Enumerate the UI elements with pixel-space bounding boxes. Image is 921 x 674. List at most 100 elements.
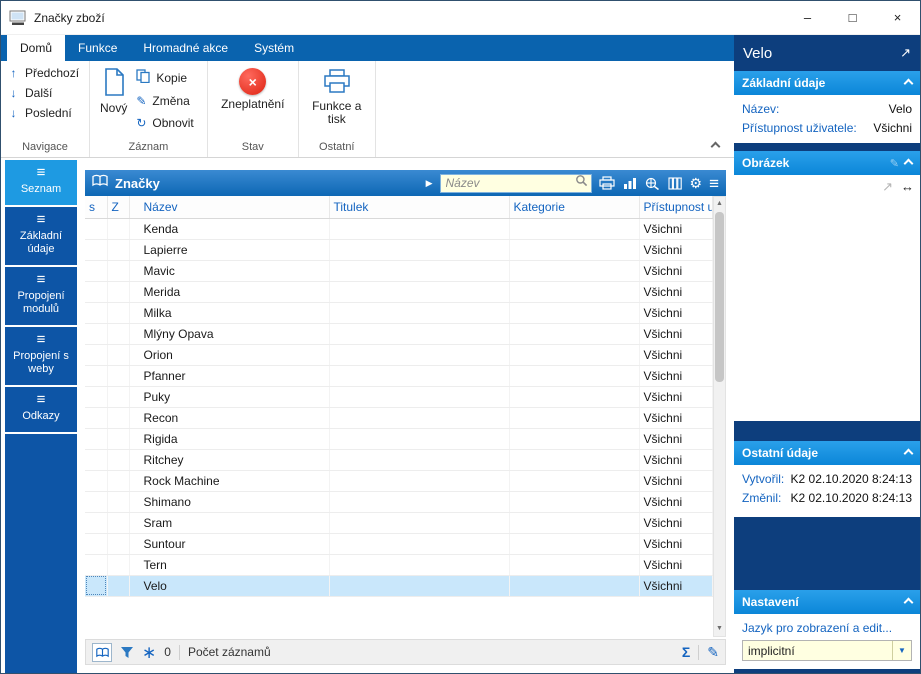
scroll-up-icon[interactable]: ▲: [716, 197, 723, 211]
table-row[interactable]: Milka Všichni: [85, 302, 713, 324]
previous-button[interactable]: ↑ Předchozí: [8, 66, 82, 80]
sidebar-item-odkazy[interactable]: ≡ Odkazy: [5, 387, 77, 434]
table-row[interactable]: Kenda Všichni: [85, 218, 713, 240]
expand-search-icon[interactable]: ▶: [426, 178, 433, 189]
filter-icon[interactable]: [120, 646, 134, 659]
table-row[interactable]: Rigida Všichni: [85, 428, 713, 450]
section-content-nastaveni: Jazyk pro zobrazení a edit... implicitní…: [734, 614, 920, 669]
table-row[interactable]: Rock Machine Všichni: [85, 470, 713, 492]
field-label: Změnil:: [742, 491, 782, 505]
chart-icon[interactable]: [623, 177, 637, 190]
table-row[interactable]: Pfanner Všichni: [85, 365, 713, 387]
detail-title-bar: Velo ↗: [734, 35, 920, 71]
panel-menu-icon[interactable]: ≡: [709, 175, 719, 192]
invalidate-button[interactable]: × Zneplatnění: [215, 66, 291, 137]
list-icon: ≡: [36, 331, 46, 348]
close-button[interactable]: ×: [875, 1, 920, 34]
section-header-ostatni-udaje[interactable]: Ostatní údaje: [734, 441, 920, 465]
cell-z: [107, 386, 130, 408]
dropdown-icon[interactable]: ▼: [892, 641, 911, 660]
column-header-nazev[interactable]: Název: [129, 196, 330, 219]
column-header-kategorie[interactable]: Kategorie: [509, 196, 640, 219]
tab-domu[interactable]: Domů: [7, 35, 66, 61]
functions-print-button[interactable]: Funkce a tisk: [306, 66, 368, 137]
minimize-button[interactable]: –: [785, 1, 830, 34]
table-row[interactable]: Velo Všichni: [85, 575, 713, 597]
field-pristupnost: Přístupnost uživatele: Všichni: [742, 119, 912, 138]
section-header-nastaveni[interactable]: Nastavení: [734, 590, 920, 614]
cell-z: [107, 281, 130, 303]
table-row[interactable]: Tern Všichni: [85, 554, 713, 576]
scroll-down-icon[interactable]: ▼: [716, 622, 723, 636]
tab-system[interactable]: Systém: [241, 35, 307, 61]
edit-image-icon: ✎: [889, 157, 899, 170]
column-header-s[interactable]: s: [85, 196, 108, 219]
columns-icon[interactable]: [667, 176, 682, 190]
edit-pencil-icon[interactable]: ✎: [707, 644, 719, 661]
ribbon-collapse-button[interactable]: [710, 139, 722, 152]
refresh-icon: ↻: [136, 116, 147, 130]
tab-funkce[interactable]: Funkce: [65, 35, 130, 61]
filter-count-icon: ∗: [142, 642, 157, 662]
copy-button[interactable]: Kopie: [136, 69, 193, 86]
tab-hromadne-akce[interactable]: Hromadné akce: [130, 35, 241, 61]
open-image-icon[interactable]: ↗: [882, 179, 893, 195]
language-select[interactable]: implicitní ▼: [742, 640, 912, 661]
cell-z: [107, 407, 130, 429]
section-header-zakladni-udaje[interactable]: Základní údaje: [734, 71, 920, 95]
table-row[interactable]: Mlýny Opava Všichni: [85, 323, 713, 345]
sum-icon[interactable]: Σ: [682, 644, 690, 660]
open-detail-icon[interactable]: ↗: [900, 45, 911, 61]
column-header-pristupnost[interactable]: Přístupnost uživatele: [639, 196, 713, 219]
cell-pristupnost: Všichni: [639, 281, 713, 303]
table-row[interactable]: Orion Všichni: [85, 344, 713, 366]
fit-width-icon[interactable]: ↔: [901, 179, 914, 195]
vertical-scrollbar[interactable]: ▲ ▼: [713, 196, 726, 637]
table-row[interactable]: Puky Všichni: [85, 386, 713, 408]
table-row[interactable]: Lapierre Všichni: [85, 239, 713, 261]
new-record-button[interactable]: Nový: [97, 66, 130, 137]
table-row[interactable]: Sram Všichni: [85, 512, 713, 534]
search-input[interactable]: [440, 176, 575, 190]
field-value: K2 02.10.2020 8:24:13: [790, 472, 912, 486]
chevron-up-icon: [903, 158, 914, 168]
cell-z: [107, 533, 130, 555]
section-header-obrazek[interactable]: Obrázek ✎: [734, 151, 920, 175]
functions-print-label: Funkce a tisk: [312, 99, 362, 126]
last-button[interactable]: ↓ Poslední: [8, 106, 82, 120]
sidebar-item-propojeni-modulu[interactable]: ≡ Propojení modulů: [5, 267, 77, 327]
sidebar-item-seznam[interactable]: ≡ Seznam: [5, 160, 77, 207]
cell-nazev: Rock Machine: [129, 470, 330, 492]
book-view-button[interactable]: [92, 642, 112, 662]
table-row[interactable]: Shimano Všichni: [85, 491, 713, 513]
scrollbar-thumb[interactable]: [715, 212, 724, 382]
cell-kategorie: [509, 575, 640, 597]
column-header-z[interactable]: Z: [107, 196, 130, 219]
sidebar-item-zakladni-udaje[interactable]: ≡ Základní údaje: [5, 207, 77, 267]
lookup-icon[interactable]: [645, 177, 660, 190]
refresh-button[interactable]: ↻ Obnovit: [136, 116, 193, 130]
table-row[interactable]: Recon Všichni: [85, 407, 713, 429]
cell-kategorie: [509, 260, 640, 282]
cell-titulek: [329, 386, 510, 408]
records-table: s Z Název Titulek Kategorie Přístupnost …: [85, 196, 713, 597]
next-button[interactable]: ↓ Další: [8, 86, 82, 100]
cell-z: [107, 260, 130, 282]
edit-button[interactable]: ✎ Změna: [136, 94, 193, 108]
cell-pristupnost: Všichni: [639, 365, 713, 387]
maximize-button[interactable]: □: [830, 1, 875, 34]
column-header-titulek[interactable]: Titulek: [329, 196, 510, 219]
print-icon[interactable]: [598, 176, 615, 190]
cell-s: [85, 302, 108, 324]
table-row[interactable]: Ritchey Všichni: [85, 449, 713, 471]
table-row[interactable]: Suntour Všichni: [85, 533, 713, 555]
table-row[interactable]: Mavic Všichni: [85, 260, 713, 282]
sidebar-item-propojeni-s-weby[interactable]: ≡ Propojení s weby: [5, 327, 77, 387]
table-row[interactable]: Merida Všichni: [85, 281, 713, 303]
settings-gear-icon[interactable]: ⚙: [690, 175, 703, 192]
next-label: Další: [25, 86, 53, 100]
cell-pristupnost: Všichni: [639, 533, 713, 555]
cell-z: [107, 449, 130, 471]
ribbon-tab-bar: Domů Funkce Hromadné akce Systém: [1, 35, 734, 61]
image-placeholder: ↗ ↔: [734, 175, 920, 421]
